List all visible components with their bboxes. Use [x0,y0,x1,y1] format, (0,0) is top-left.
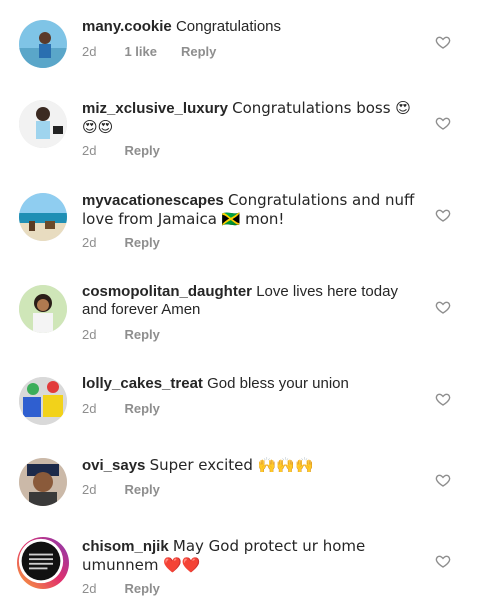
heart-icon[interactable] [435,553,451,569]
username[interactable]: myvacationescapes [82,192,224,209]
heart-icon[interactable] [435,115,451,131]
avatar[interactable] [19,377,67,425]
reply-button[interactable]: Reply [124,482,159,497]
username[interactable]: miz_xclusive_luxury [82,100,228,117]
heart-icon[interactable] [435,34,451,50]
heart-icon[interactable] [435,299,451,315]
username[interactable]: chisom_njik [82,538,169,555]
comment-text: myvacationescapes Congratulations and nu… [82,191,420,229]
timestamp[interactable]: 2d [82,482,96,497]
reply-button[interactable]: Reply [124,327,159,342]
avatar[interactable] [19,20,67,68]
avatar[interactable] [19,285,67,333]
timestamp[interactable]: 2d [82,143,96,158]
comment-text: many.cookie Congratulations [82,18,420,36]
timestamp[interactable]: 2d [82,327,96,342]
comment-body: Super excited 🙌🙌🙌 [149,456,314,474]
username[interactable]: ovi_says [82,457,145,474]
avatar[interactable] [17,537,69,589]
heart-icon[interactable] [435,472,451,488]
timestamp[interactable]: 2d [82,401,96,416]
avatar[interactable] [19,193,67,241]
username[interactable]: lolly_cakes_treat [82,375,203,392]
comment-body: Congratulations [175,18,282,35]
comment-meta: 2d Reply [82,235,160,250]
reply-button[interactable]: Reply [124,235,159,250]
comment-text: cosmopolitan_daughter Love lives here to… [82,283,420,319]
avatar[interactable] [19,458,67,506]
timestamp[interactable]: 2d [82,235,96,250]
reply-button[interactable]: Reply [124,143,159,158]
comment-text: lolly_cakes_treat God bless your union [82,375,420,393]
comment-text: ovi_says Super excited 🙌🙌🙌 [82,456,420,475]
heart-icon[interactable] [435,207,451,223]
heart-icon[interactable] [435,391,451,407]
comment-meta: 2d Reply [82,482,160,497]
like-count[interactable]: 1 like [124,44,157,59]
timestamp[interactable]: 2d [82,44,96,59]
comment-meta: 2d Reply [82,401,160,416]
reply-button[interactable]: Reply [124,401,159,416]
comment-meta: 2d 1 like Reply [82,44,216,59]
timestamp[interactable]: 2d [82,581,96,596]
comment-meta: 2d Reply [82,581,160,596]
reply-button[interactable]: Reply [181,44,216,59]
comment-meta: 2d Reply [82,143,160,158]
comment-meta: 2d Reply [82,327,160,342]
comment-text: miz_xclusive_luxury Congratulations boss… [82,99,420,137]
avatar[interactable] [19,100,67,148]
comment-text: chisom_njik May God protect ur home umun… [82,537,420,575]
username[interactable]: cosmopolitan_daughter [82,283,252,300]
comment-body: God bless your union [207,375,349,392]
reply-button[interactable]: Reply [124,581,159,596]
username[interactable]: many.cookie [82,18,172,35]
